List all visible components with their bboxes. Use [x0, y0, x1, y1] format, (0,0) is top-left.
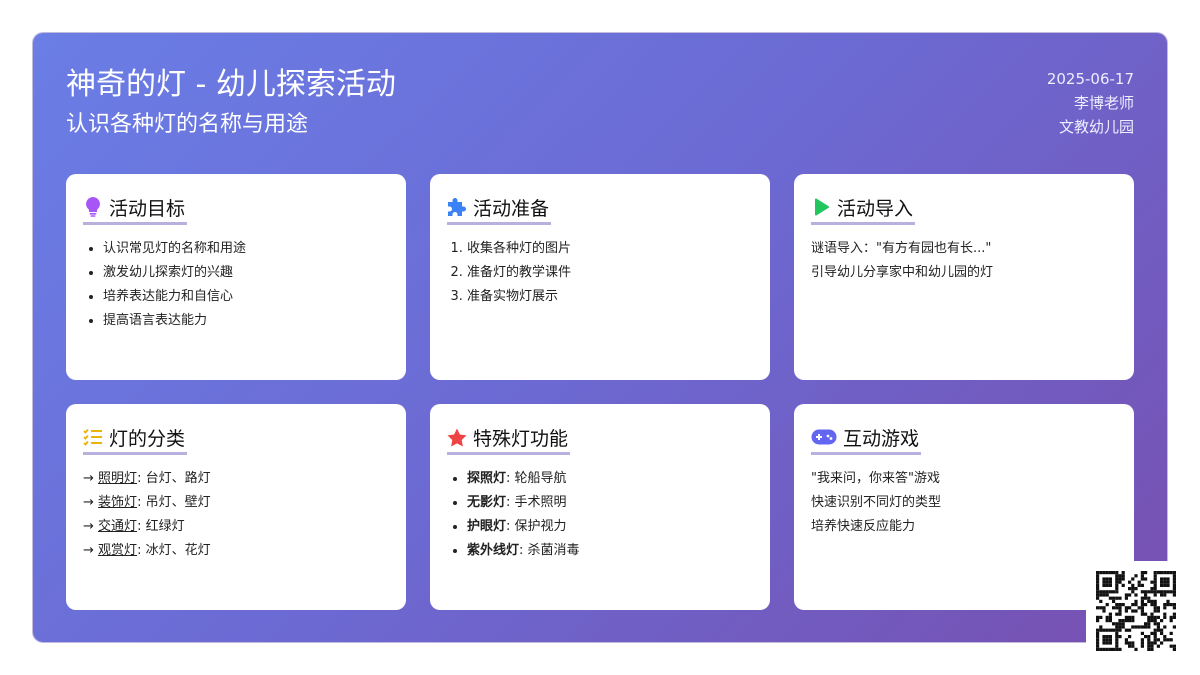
prep-list: 收集各种灯的图片 准备灯的教学课件 准备实物灯展示 [447, 237, 753, 309]
light-name: 护眼灯 [467, 519, 507, 534]
card-goals-title: 活动目标 [109, 197, 186, 220]
card-game-title: 互动游戏 [843, 427, 920, 450]
list-item: 激发幼儿探索灯的兴趣 [103, 261, 389, 285]
slide: 神奇的灯 - 幼儿探索活动 认识各种灯的名称与用途 2025-06-17 李博老… [33, 33, 1167, 642]
category-examples: : 台灯、路灯 [137, 471, 211, 486]
play-icon [811, 197, 831, 217]
card-goals-heading: 活动目标 [83, 192, 188, 225]
special-list: 探照灯: 轮船导航 无影灯: 手术照明 护眼灯: 保护视力 紫外线灯: 杀菌消毒 [447, 467, 753, 563]
game-line: 快速识别不同灯的类型 [811, 495, 942, 510]
lightbulb-icon [83, 197, 103, 217]
card-goals: 活动目标 认识常见灯的名称和用途 激发幼儿探索灯的兴趣 培养表达能力和自信心 提… [66, 174, 406, 380]
page-title: 神奇的灯 - 幼儿探索活动 [66, 67, 396, 102]
category-name: 观赏灯 [98, 543, 138, 558]
game-line: "我来问，你来答"游戏 [811, 471, 940, 486]
qr-code-icon [1086, 561, 1186, 660]
light-desc: : 轮船导航 [506, 471, 567, 486]
list-item: 无影灯: 手术照明 [467, 491, 753, 515]
arrow: → [83, 471, 94, 486]
list-item: 护眼灯: 保护视力 [467, 515, 753, 539]
checklist-icon [83, 427, 103, 447]
light-desc: : 保护视力 [506, 519, 567, 534]
card-prep-heading: 活动准备 [447, 192, 552, 225]
light-name: 无影灯 [467, 495, 507, 510]
school-text: 文教幼儿园 [1058, 118, 1134, 136]
gamepad-icon [811, 427, 837, 447]
card-categories: 灯的分类 → 照明灯: 台灯、路灯 → 装饰灯: 吊灯、壁灯 → 交通灯: 红绿… [66, 404, 406, 610]
game-line: 培养快速反应能力 [811, 519, 916, 534]
date-text: 2025-06-17 [1046, 70, 1134, 88]
category-name: 装饰灯 [98, 495, 138, 510]
list-item: 培养表达能力和自信心 [103, 285, 389, 309]
card-prep-title: 活动准备 [473, 197, 550, 220]
list-item: → 装饰灯: 吊灯、壁灯 [83, 491, 389, 515]
card-categories-title: 灯的分类 [109, 427, 186, 450]
category-examples: : 红绿灯 [137, 519, 185, 534]
light-desc: : 手术照明 [506, 495, 567, 510]
card-special: 特殊灯功能 探照灯: 轮船导航 无影灯: 手术照明 护眼灯: 保护视力 紫外线灯… [430, 404, 770, 610]
meta-info: 2025-06-17 李博老师 文教幼儿园 [1047, 67, 1134, 139]
list-item: 准备灯的教学课件 [467, 261, 753, 285]
teacher-text: 李博老师 [1073, 94, 1134, 112]
intro-line: 谜语导入："有方有园也有长..." [811, 241, 992, 256]
list-item: → 交通灯: 红绿灯 [83, 515, 389, 539]
goals-list: 认识常见灯的名称和用途 激发幼儿探索灯的兴趣 培养表达能力和自信心 提高语言表达… [83, 237, 389, 333]
light-name: 探照灯 [467, 471, 507, 486]
card-intro: 活动导入 谜语导入："有方有园也有长..." 引导幼儿分享家中和幼儿园的灯 [794, 174, 1134, 380]
intro-line: 引导幼儿分享家中和幼儿园的灯 [811, 265, 994, 280]
list-item: → 照明灯: 台灯、路灯 [83, 467, 389, 491]
light-desc: : 杀菌消毒 [519, 543, 580, 558]
card-categories-heading: 灯的分类 [83, 422, 188, 455]
light-name: 紫外线灯 [467, 543, 520, 558]
category-name: 交通灯 [98, 519, 138, 534]
arrow: → [83, 519, 94, 534]
card-special-heading: 特殊灯功能 [447, 422, 571, 455]
arrow: → [83, 495, 94, 510]
arrow: → [83, 543, 94, 558]
list-item: 认识常见灯的名称和用途 [103, 237, 389, 261]
puzzle-icon [447, 197, 467, 217]
list-item: 准备实物灯展示 [467, 285, 753, 309]
card-intro-heading: 活动导入 [811, 192, 916, 225]
card-prep: 活动准备 收集各种灯的图片 准备灯的教学课件 准备实物灯展示 [430, 174, 770, 380]
list-item: 提高语言表达能力 [103, 309, 389, 333]
list-item: → 观赏灯: 冰灯、花灯 [83, 539, 389, 563]
card-game-heading: 互动游戏 [811, 422, 922, 455]
list-item: 探照灯: 轮船导航 [467, 467, 753, 491]
star-icon [447, 427, 467, 447]
game-lines: "我来问，你来答"游戏 快速识别不同灯的类型 培养快速反应能力 [811, 467, 1117, 539]
card-special-title: 特殊灯功能 [473, 427, 569, 450]
categories-list: → 照明灯: 台灯、路灯 → 装饰灯: 吊灯、壁灯 → 交通灯: 红绿灯 → 观… [83, 467, 389, 563]
category-examples: : 冰灯、花灯 [137, 543, 211, 558]
category-name: 照明灯 [98, 471, 138, 486]
list-item: 紫外线灯: 杀菌消毒 [467, 539, 753, 563]
card-intro-title: 活动导入 [837, 197, 914, 220]
intro-lines: 谜语导入："有方有园也有长..." 引导幼儿分享家中和幼儿园的灯 [811, 237, 1117, 285]
category-examples: : 吊灯、壁灯 [137, 495, 211, 510]
page-subtitle: 认识各种灯的名称与用途 [66, 112, 309, 137]
card-game: 互动游戏 "我来问，你来答"游戏 快速识别不同灯的类型 培养快速反应能力 [794, 404, 1134, 610]
list-item: 收集各种灯的图片 [467, 237, 753, 261]
